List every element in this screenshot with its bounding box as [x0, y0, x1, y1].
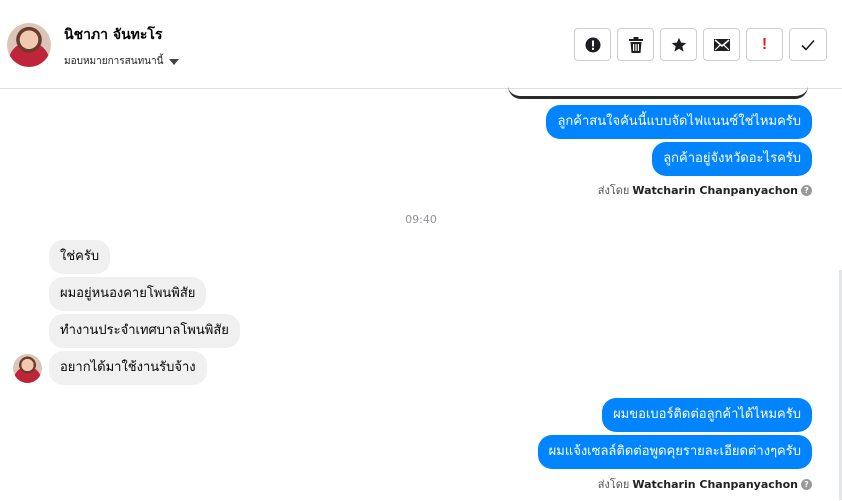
sender-name: Watcharin Chanpanyachon	[632, 183, 798, 197]
star-icon	[671, 37, 686, 52]
incoming-message[interactable]: ผมอยู่หนองคายโพนพิสัย	[49, 277, 207, 311]
outgoing-message[interactable]: ลูกค้าอยู่จังหวัดอะไรครับ	[652, 142, 812, 176]
mark-unread-button[interactable]	[703, 28, 740, 61]
follow-up-button[interactable]: !	[746, 28, 783, 61]
sent-by-label: ส่งโดย Watcharin Chanpanyachon ?	[598, 475, 812, 493]
incoming-message[interactable]: ทำงานประจำเทศบาลโพนพิสัย	[49, 314, 240, 348]
conversation-header: นิชาภา จันทะโร มอบหมายการสนทนานี้ !	[0, 0, 842, 89]
incoming-message[interactable]: อยากได้มาใช้งานรับจ้าง	[49, 351, 207, 385]
sent-by-prefix: ส่งโดย	[597, 184, 630, 197]
incoming-message[interactable]: ใช่ครับ	[49, 240, 111, 274]
outgoing-message[interactable]: ผมขอเบอร์ติดต่อลูกค้าได้ไหมครับ	[602, 398, 812, 432]
assign-label: มอบหมายการสนทนานี้	[64, 56, 164, 67]
help-icon[interactable]: ?	[801, 184, 812, 196]
mail-icon	[713, 38, 730, 51]
contact-name[interactable]: นิชาภา จันทะโร	[64, 24, 162, 46]
message-timestamp: 09:40	[405, 213, 437, 226]
mark-spam-button[interactable]	[574, 28, 611, 61]
outgoing-message[interactable]: ผมแจ้งเซลล์ติดต่อพูดคุยรายละเอียดต่างๆคร…	[537, 435, 812, 469]
caret-down-icon	[169, 58, 180, 65]
check-icon	[801, 39, 815, 51]
spam-icon	[585, 37, 600, 52]
sender-name: Watcharin Chanpanyachon	[632, 477, 798, 491]
sent-by-label: ส่งโดย Watcharin Chanpanyachon ?	[598, 181, 812, 199]
delete-button[interactable]	[617, 28, 654, 61]
mark-done-button[interactable]	[789, 28, 827, 61]
trash-icon	[628, 36, 643, 53]
previous-message-edge	[508, 86, 808, 99]
assign-conversation-dropdown[interactable]: มอบหมายการสนทนานี้	[64, 54, 180, 69]
help-icon[interactable]: ?	[801, 478, 812, 490]
sent-by-prefix: ส่งโดย	[597, 478, 630, 491]
exclamation-icon: !	[761, 35, 768, 53]
sender-avatar[interactable]	[13, 354, 42, 383]
outgoing-message[interactable]: ลูกค้าสนใจคันนี้แบบจัดไฟแนนซ์ใช่ไหมครับ	[546, 105, 812, 139]
star-button[interactable]	[660, 28, 697, 61]
action-toolbar: !	[574, 28, 827, 61]
avatar[interactable]	[7, 23, 51, 67]
